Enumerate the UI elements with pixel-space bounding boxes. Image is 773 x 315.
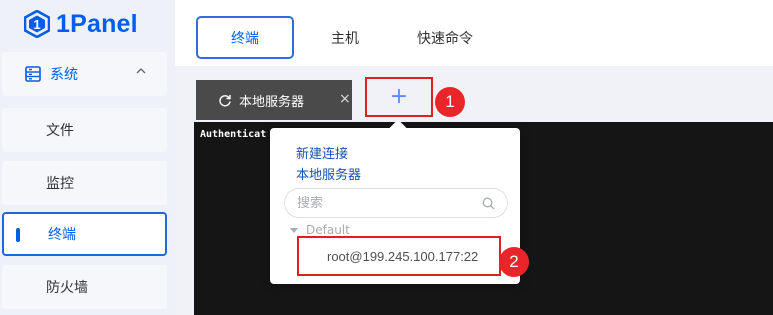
logo-icon: 1: [24, 10, 50, 38]
session-tab-bar: 本地服务器 × +: [175, 66, 773, 122]
tab-terminal[interactable]: 终端: [196, 16, 294, 59]
host-address: root@199.245.100.177:22: [327, 248, 479, 264]
host-search: [284, 188, 508, 218]
sidebar: 1 1Panel 系统 文件 监控 终端 防火墙: [0, 0, 175, 315]
local-server-link[interactable]: 本地服务器: [296, 164, 361, 183]
sidebar-group-label: 系统: [50, 67, 78, 83]
tab-bar: 终端 主机 快速命令: [175, 0, 773, 66]
sidebar-item-monitor[interactable]: 监控: [2, 161, 167, 205]
tab-quick-commands[interactable]: 快速命令: [400, 16, 490, 59]
session-tab-label: 本地服务器: [239, 94, 305, 110]
server-icon: [25, 66, 41, 82]
sidebar-item-terminal[interactable]: 终端: [2, 212, 167, 256]
new-connection-link[interactable]: 新建连接: [296, 143, 348, 162]
add-session-button[interactable]: +: [365, 77, 433, 117]
sidebar-group-system[interactable]: 系统: [2, 52, 167, 96]
sidebar-item-firewall[interactable]: 防火墙: [2, 265, 167, 309]
annotation-badge-2: 2: [499, 247, 529, 277]
sidebar-item-label: 文件: [46, 123, 74, 139]
search-input[interactable]: [297, 195, 477, 211]
chevron-up-icon: [136, 68, 146, 74]
tab-hosts[interactable]: 主机: [310, 16, 380, 59]
close-icon[interactable]: ×: [339, 92, 353, 106]
refresh-icon[interactable]: [218, 93, 232, 107]
brand-name: 1Panel: [56, 9, 138, 38]
sidebar-item-label: 监控: [46, 176, 74, 192]
main-content: 终端 主机 快速命令 本地服务器 × + Authenticat ormatio…: [175, 0, 773, 315]
svg-text:1: 1: [33, 17, 40, 32]
sidebar-item-label: 终端: [48, 227, 76, 243]
tree-host-item[interactable]: root@199.245.100.177:22: [297, 236, 501, 276]
tree-group-default[interactable]: Default: [306, 223, 350, 237]
sidebar-item-files[interactable]: 文件: [2, 108, 167, 152]
connect-popover: 新建连接 本地服务器 Default root@199.245.100.177:…: [270, 119, 520, 284]
plus-icon: +: [389, 84, 409, 109]
sidebar-item-label: 防火墙: [46, 280, 88, 296]
search-icon: [482, 197, 495, 210]
active-indicator: [16, 228, 20, 242]
session-tab-local-server[interactable]: 本地服务器 ×: [196, 80, 352, 120]
logo[interactable]: 1 1Panel: [24, 8, 138, 40]
caret-down-icon[interactable]: [290, 228, 298, 233]
annotation-badge-1: 1: [435, 87, 465, 117]
